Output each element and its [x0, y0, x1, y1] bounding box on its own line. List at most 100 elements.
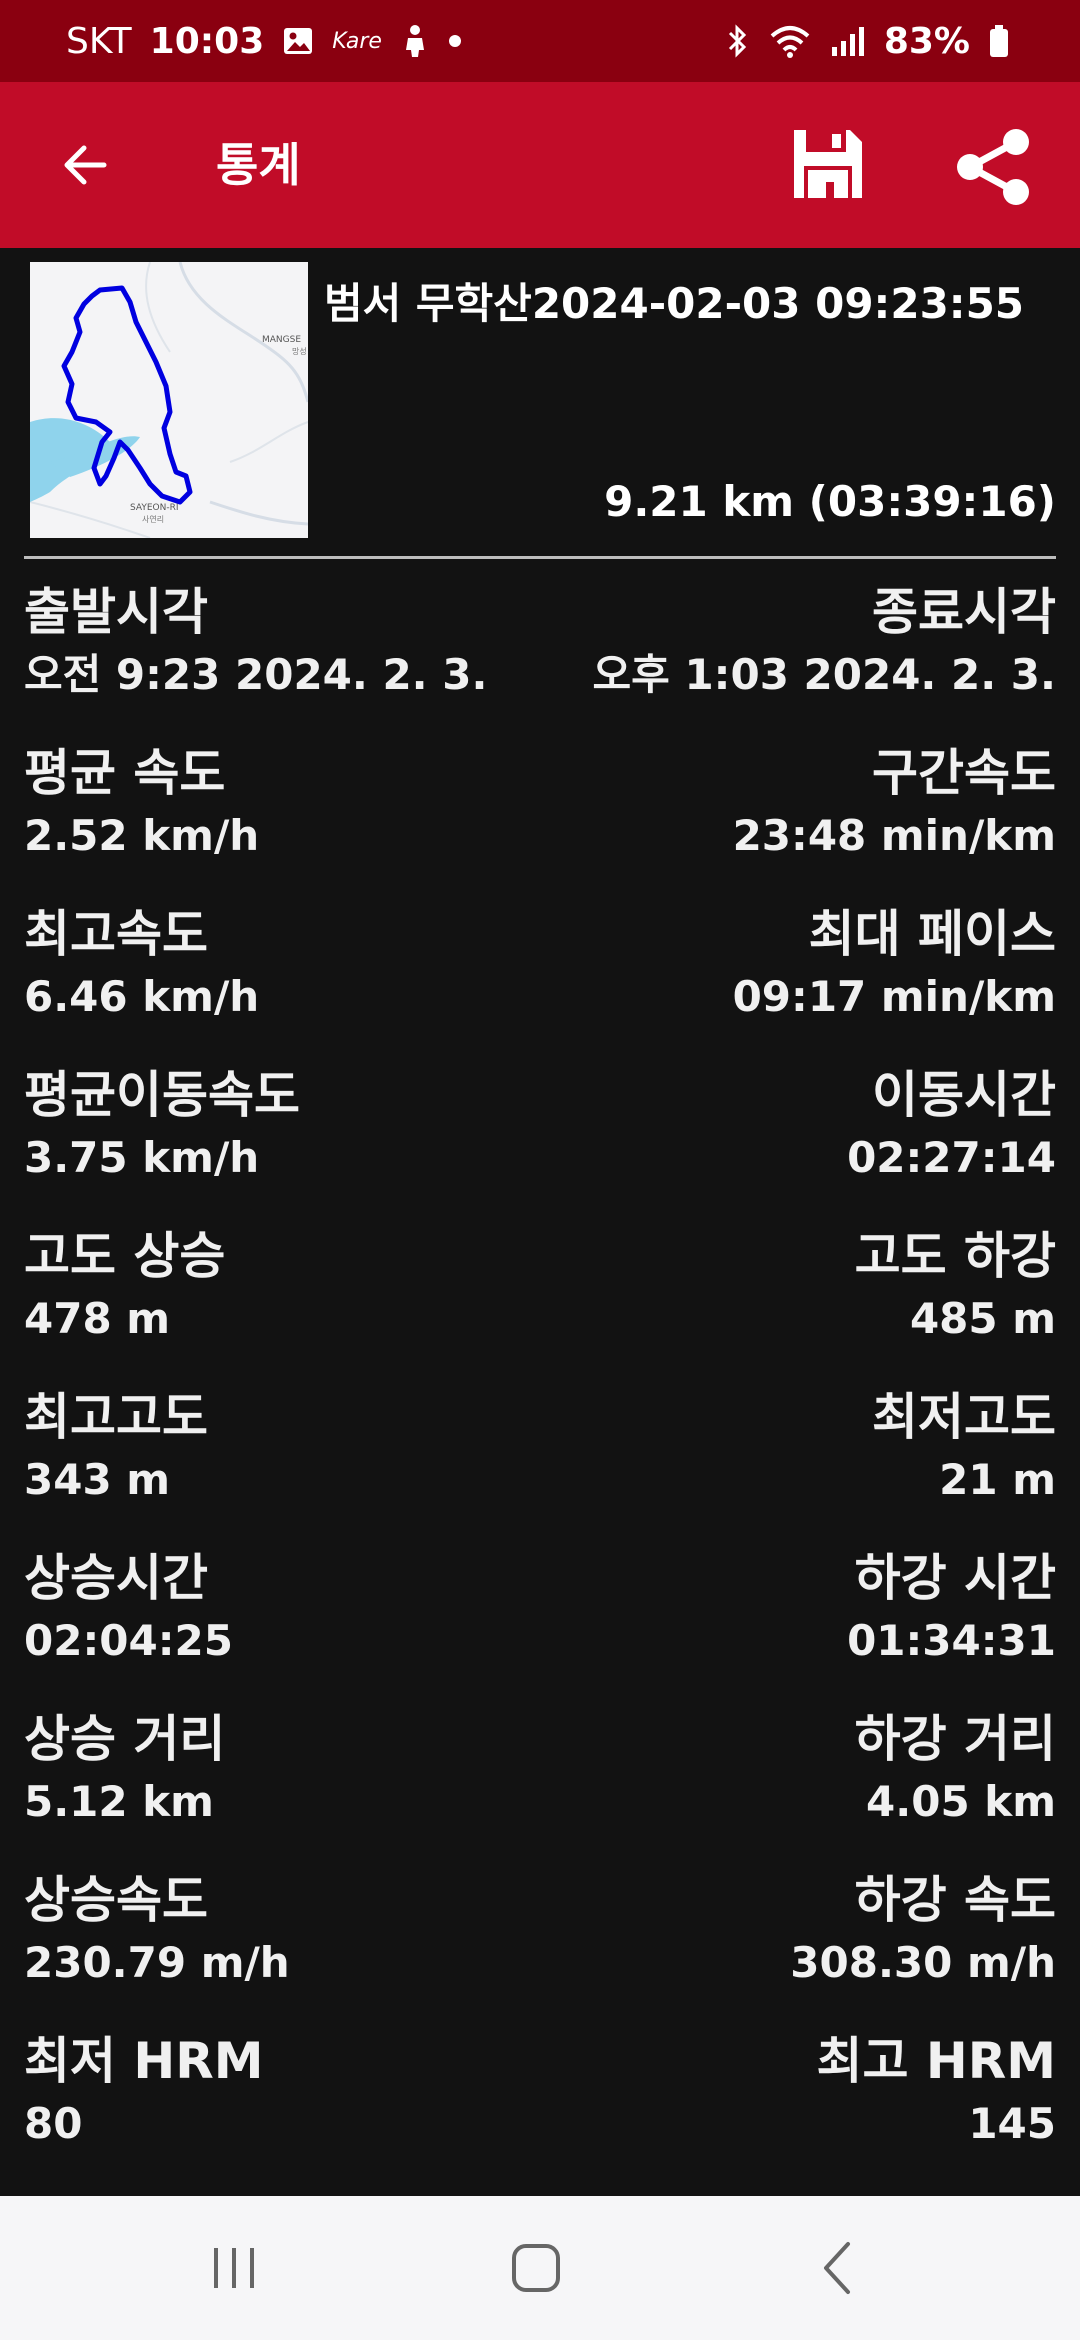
- map-label-mangse-ko: 망성: [292, 346, 307, 356]
- stat-label: 최고 HRM: [816, 2032, 1056, 2090]
- stat-value: 21 m: [939, 1455, 1056, 1504]
- stat-descent-time: 하강 시간 01:34:31: [847, 1544, 1056, 1699]
- stat-elevation-gain: 고도 상승 478 m: [24, 1222, 225, 1377]
- home-icon: [512, 2244, 560, 2292]
- stat-label: 최고고도: [24, 1388, 208, 1446]
- stat-value: 80: [24, 2099, 83, 2148]
- recent-apps-button[interactable]: [184, 2232, 284, 2304]
- battery-percent: 83%: [883, 20, 970, 62]
- stat-pace: 구간속도 23:48 min/km: [733, 739, 1056, 894]
- stat-value: 343 m: [24, 1455, 171, 1504]
- stat-max-pace: 최대 페이스 09:17 min/km: [733, 900, 1056, 1055]
- stat-value: 485 m: [909, 1294, 1056, 1343]
- stat-value: 5.12 km: [24, 1777, 214, 1826]
- stat-row: 평균이동속도 3.75 km/h 이동시간 02:27:14: [24, 1055, 1056, 1216]
- share-icon: [957, 129, 1029, 205]
- stat-label: 고도 하강: [854, 1227, 1056, 1285]
- stat-label: 상승속도: [24, 1871, 208, 1929]
- app-bar: 통계: [0, 82, 1080, 248]
- stat-value: 01:34:31: [847, 1616, 1056, 1665]
- clock: 10:03: [149, 20, 265, 62]
- stat-moving-time: 이동시간 02:27:14: [847, 1061, 1056, 1216]
- stat-value: 3.75 km/h: [24, 1133, 260, 1182]
- divider: [24, 556, 1056, 559]
- stat-label: 최저고도: [872, 1388, 1056, 1446]
- stat-value: 2.52 km/h: [24, 811, 260, 860]
- stat-value: 478 m: [24, 1294, 171, 1343]
- stat-label: 구간속도: [872, 744, 1056, 802]
- map-label-mangse: MANGSE: [262, 335, 301, 345]
- stat-label: 하강 시간: [854, 1549, 1056, 1607]
- stat-max-altitude: 최고고도 343 m: [24, 1383, 208, 1538]
- kare-badge: Kare: [332, 28, 382, 54]
- stat-row: 상승 거리 5.12 km 하강 거리 4.05 km: [24, 1699, 1056, 1860]
- stat-value: 09:17 min/km: [732, 972, 1056, 1021]
- stat-label: 고도 상승: [24, 1227, 226, 1285]
- stat-value: 145: [968, 2099, 1056, 2148]
- track-distance-time: 9.21 km (03:39:16): [604, 477, 1056, 526]
- floppy-disk-icon: [794, 130, 862, 198]
- stat-label: 평균 속도: [24, 744, 226, 802]
- home-button[interactable]: [486, 2232, 586, 2304]
- stat-ascent-speed: 상승속도 230.79 m/h: [24, 1866, 290, 2021]
- stat-ascent-time: 상승시간 02:04:25: [24, 1544, 233, 1699]
- map-label-sayeon: SAYEON-RI: [130, 503, 179, 513]
- stat-label: 상승시간: [24, 1549, 208, 1607]
- stat-value: 6.46 km/h: [24, 972, 260, 1021]
- stat-max-speed: 최고속도 6.46 km/h: [24, 900, 259, 1055]
- carrier-label: SKT: [66, 20, 132, 62]
- save-button[interactable]: [788, 124, 868, 204]
- chevron-left-icon: [824, 2242, 850, 2294]
- stat-label: 최대 페이스: [808, 905, 1056, 963]
- stat-label: 이동시간: [872, 1066, 1056, 1124]
- nav-back-button[interactable]: [788, 2232, 888, 2304]
- track-title: 범서 무학산2024-02-03 09:23:55: [324, 279, 1025, 328]
- stat-value: 230.79 m/h: [24, 1938, 290, 1987]
- stat-row: 최저 HRM 80 최고 HRM 145: [24, 2021, 1056, 2182]
- stat-descent-speed: 하강 속도 308.30 m/h: [790, 1866, 1056, 2021]
- stat-row: 최고고도 343 m 최저고도 21 m: [24, 1377, 1056, 1538]
- battery-icon: [988, 24, 1010, 58]
- stat-value: 오후 1:03 2024. 2. 3.: [592, 650, 1056, 699]
- wifi-icon: [768, 24, 812, 58]
- map-label-sayeon-ko: 사연리: [142, 515, 164, 524]
- bluetooth-icon: [726, 23, 750, 59]
- page-title: 통계: [216, 138, 301, 192]
- stat-min-hrm: 최저 HRM 80: [24, 2027, 264, 2182]
- stat-row: 상승시간 02:04:25 하강 시간 01:34:31: [24, 1538, 1056, 1699]
- stat-value: 02:04:25: [24, 1616, 233, 1665]
- stat-start-time: 출발시각 오전 9:23 2024. 2. 3.: [24, 578, 487, 733]
- hiker-icon: [400, 24, 430, 58]
- stat-avg-moving-speed: 평균이동속도 3.75 km/h: [24, 1061, 300, 1216]
- stat-label: 출발시각: [24, 583, 208, 641]
- stat-row: 평균 속도 2.52 km/h 구간속도 23:48 min/km: [24, 733, 1056, 894]
- stats-list: 출발시각 오전 9:23 2024. 2. 3. 종료시각 오후 1:03 20…: [24, 572, 1056, 2182]
- system-nav-bar: [0, 2196, 1080, 2340]
- status-left: SKT 10:03 Kare: [66, 21, 462, 62]
- share-button[interactable]: [950, 124, 1036, 210]
- arrow-left-icon: [64, 145, 107, 185]
- stat-row: 고도 상승 478 m 고도 하강 485 m: [24, 1216, 1056, 1377]
- signal-icon: [830, 25, 866, 57]
- dot-icon: [448, 34, 462, 48]
- stat-label: 평균이동속도: [24, 1066, 300, 1124]
- stat-end-time: 종료시각 오후 1:03 2024. 2. 3.: [593, 578, 1056, 733]
- stat-max-hrm: 최고 HRM 145: [816, 2027, 1056, 2182]
- stat-avg-speed: 평균 속도 2.52 km/h: [24, 739, 259, 894]
- stat-ascent-distance: 상승 거리 5.12 km: [24, 1705, 225, 1860]
- stat-label: 상승 거리: [24, 1710, 226, 1768]
- stat-label: 하강 거리: [854, 1710, 1056, 1768]
- stat-value: 오전 9:23 2024. 2. 3.: [24, 650, 488, 699]
- stat-label: 하강 속도: [854, 1871, 1056, 1929]
- stat-descent-distance: 하강 거리 4.05 km: [855, 1705, 1056, 1860]
- stat-min-altitude: 최저고도 21 m: [872, 1383, 1056, 1538]
- stat-label: 최고속도: [24, 905, 208, 963]
- stat-value: 23:48 min/km: [732, 811, 1056, 860]
- stat-value: 308.30 m/h: [790, 1938, 1056, 1987]
- track-map-thumbnail[interactable]: MANGSE 망성 SAYEON-RI 사연리: [30, 262, 308, 538]
- track-summary: MANGSE 망성 SAYEON-RI 사연리 범서 무학산2024-02-03…: [24, 248, 1056, 556]
- back-button[interactable]: [52, 132, 118, 198]
- stat-row: 최고속도 6.46 km/h 최대 페이스 09:17 min/km: [24, 894, 1056, 1055]
- gallery-icon: [282, 25, 314, 57]
- stat-row: 출발시각 오전 9:23 2024. 2. 3. 종료시각 오후 1:03 20…: [24, 572, 1056, 733]
